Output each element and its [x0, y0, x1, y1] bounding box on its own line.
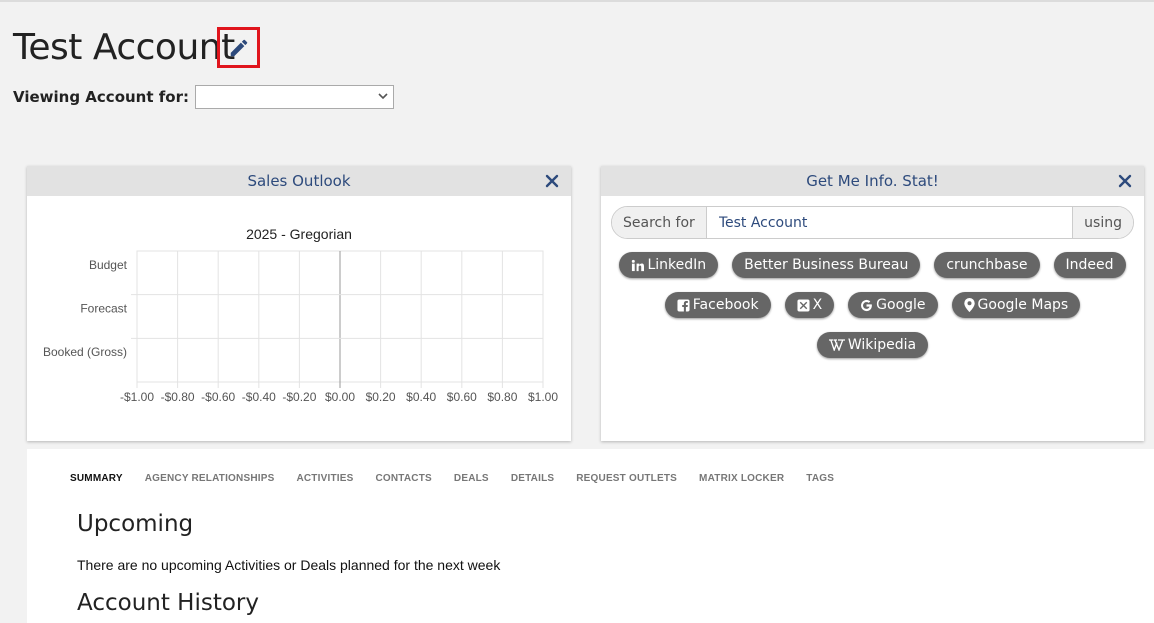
- chip-label: LinkedIn: [647, 257, 707, 273]
- upcoming-title: Upcoming: [77, 511, 194, 537]
- search-suffix-label: using: [1072, 207, 1133, 238]
- x-icon: [797, 298, 810, 312]
- source-chip-facebook[interactable]: Facebook: [664, 292, 771, 318]
- tab-matrix-locker[interactable]: MATRIX LOCKER: [699, 473, 784, 484]
- x-tick-label: -$0.60: [201, 390, 235, 404]
- chart-title: 2025 - Gregorian: [246, 226, 352, 242]
- sales-outlook-chart: 2025 - Gregorian -$1.00 -$0.80 -$0.60 -$0.40…: [43, 226, 558, 404]
- chip-label: Google: [876, 297, 926, 313]
- sales-outlook-title: Sales Outlook: [247, 172, 351, 190]
- map-pin-icon: [963, 298, 975, 312]
- sales-outlook-header: Sales Outlook: [27, 166, 571, 196]
- chip-label: Indeed: [1065, 257, 1114, 273]
- x-tick-label: $1.00: [528, 390, 558, 404]
- viewing-account-label: Viewing Account for:: [13, 88, 189, 106]
- x-tick-label: $0.40: [406, 390, 436, 404]
- chip-label: crunchbase: [946, 257, 1028, 273]
- get-me-info-panel: Get Me Info. Stat! Search for using Link…: [601, 166, 1144, 441]
- chip-label: Google Maps: [977, 297, 1069, 313]
- viewing-account-row: Viewing Account for:: [13, 85, 394, 109]
- chip-row: Facebook X Google Google Maps: [601, 292, 1144, 318]
- edit-title-button[interactable]: [217, 27, 260, 68]
- chip-label: X: [812, 297, 823, 313]
- google-icon: [860, 299, 873, 312]
- x-tick-label: $0.60: [447, 390, 477, 404]
- y-category-label: Booked (Gross): [43, 345, 127, 359]
- tab-deals[interactable]: DEALS: [454, 473, 489, 484]
- chip-label: Better Business Bureau: [744, 257, 909, 273]
- account-tabs: SUMMARY AGENCY RELATIONSHIPS ACTIVITIES CON…: [70, 473, 834, 484]
- chevron-down-icon: [378, 93, 388, 100]
- x-tick-label: $0.00: [325, 390, 355, 404]
- sales-outlook-panel: Sales Outlook 2025 - Gregorian -$1.00 -$0.…: [27, 166, 571, 441]
- chip-label: Wikipedia: [847, 337, 917, 353]
- search-prefix-label: Search for: [612, 207, 707, 238]
- x-tick-label: -$1.00: [120, 390, 154, 404]
- tab-details[interactable]: DETAILS: [511, 473, 554, 484]
- x-tick-label: -$0.80: [161, 390, 195, 404]
- pencil-icon: [230, 39, 247, 56]
- page-title: Test Account: [13, 27, 235, 68]
- x-tick-label: -$0.20: [282, 390, 316, 404]
- wikipedia-icon: [828, 339, 845, 351]
- viewing-account-select[interactable]: [194, 85, 394, 109]
- info-search-group: Search for using: [611, 206, 1134, 239]
- close-icon[interactable]: [1118, 174, 1132, 188]
- tab-contacts[interactable]: CONTACTS: [375, 473, 431, 484]
- account-history-title: Account History: [77, 590, 260, 616]
- x-tick-label: $0.20: [366, 390, 396, 404]
- source-chip-google-maps[interactable]: Google Maps: [951, 292, 1081, 318]
- info-search-input[interactable]: [706, 207, 1073, 238]
- source-chip-linkedin[interactable]: LinkedIn: [619, 252, 719, 278]
- tab-tags[interactable]: TAGS: [806, 473, 834, 484]
- source-chip-indeed[interactable]: Indeed: [1053, 252, 1126, 278]
- close-icon[interactable]: [545, 174, 559, 188]
- chip-row: Wikipedia: [601, 332, 1144, 358]
- source-chip-better-business-bureau[interactable]: Better Business Bureau: [732, 252, 921, 278]
- info-source-chips: LinkedIn Better Business Bureau crunchbase…: [601, 252, 1144, 372]
- source-chip-wikipedia[interactable]: Wikipedia: [816, 332, 929, 358]
- source-chip-x[interactable]: X: [784, 292, 835, 318]
- linkedin-icon: [631, 259, 645, 272]
- get-me-info-header: Get Me Info. Stat!: [601, 166, 1144, 196]
- tab-agency-relationships[interactable]: AGENCY RELATIONSHIPS: [145, 473, 275, 484]
- tab-activities[interactable]: ACTIVITIES: [296, 473, 353, 484]
- tab-summary[interactable]: SUMMARY: [70, 473, 123, 484]
- source-chip-google[interactable]: Google: [848, 292, 938, 318]
- x-tick-label: -$0.40: [242, 390, 276, 404]
- chip-label: Facebook: [692, 297, 759, 313]
- y-category-label: Budget: [89, 258, 128, 272]
- source-chip-crunchbase[interactable]: crunchbase: [934, 252, 1040, 278]
- y-category-label: Forecast: [80, 302, 127, 316]
- account-main-panel: SUMMARY AGENCY RELATIONSHIPS ACTIVITIES CON…: [27, 449, 1154, 623]
- tab-request-outlets[interactable]: REQUEST OUTLETS: [576, 473, 677, 484]
- facebook-icon: [677, 298, 690, 312]
- x-tick-label: $0.80: [487, 390, 517, 404]
- upcoming-text: There are no upcoming Activities or Deal…: [77, 557, 501, 573]
- get-me-info-title: Get Me Info. Stat!: [806, 172, 939, 190]
- chip-row: LinkedIn Better Business Bureau crunchbase…: [601, 252, 1144, 278]
